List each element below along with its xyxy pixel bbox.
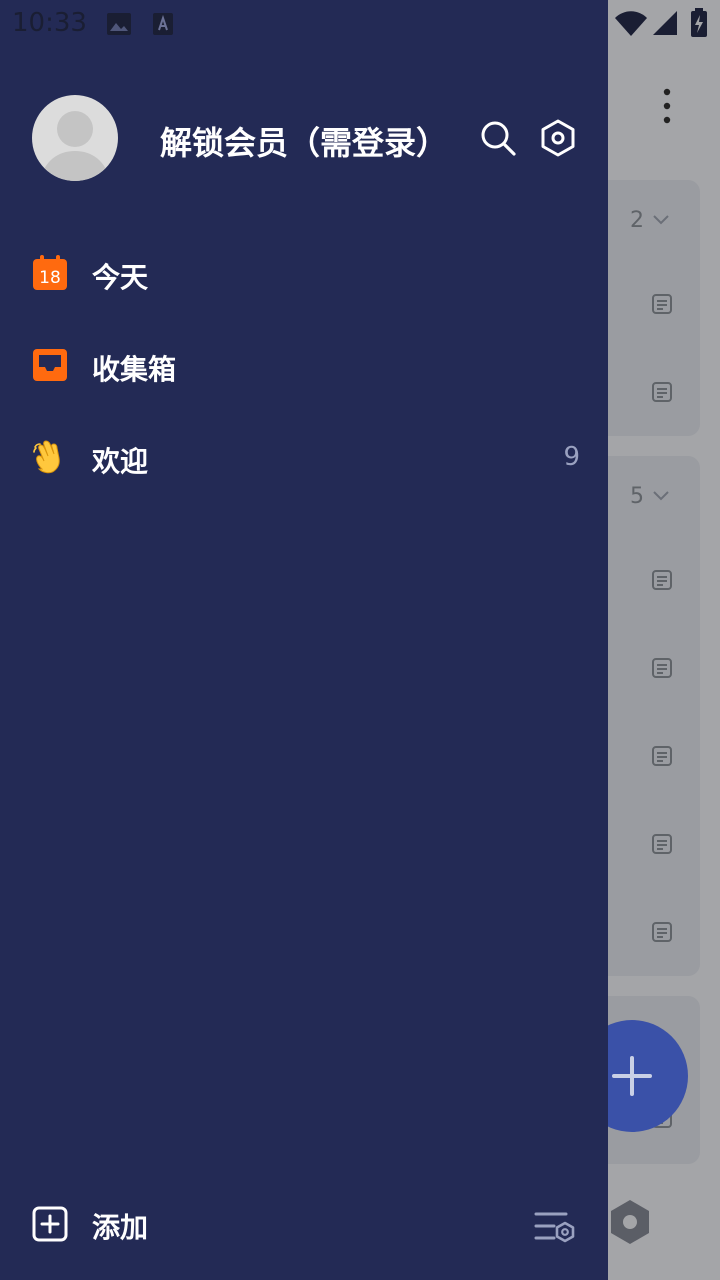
image-notification-icon <box>107 13 131 35</box>
unlock-membership-link[interactable]: 解锁会员（需登录） <box>160 118 448 164</box>
note-icon <box>652 658 672 678</box>
nav-label-inbox: 收集箱 <box>92 353 177 386</box>
group-count: 5 <box>630 484 644 509</box>
wifi-icon <box>615 11 647 36</box>
note-icon <box>652 922 672 942</box>
status-time: 10:33 <box>12 8 87 38</box>
search-icon[interactable] <box>478 118 518 158</box>
battery-icon <box>691 8 707 37</box>
inbox-icon <box>33 349 67 381</box>
user-placeholder-icon <box>40 111 110 181</box>
nav-item-inbox[interactable]: 收集箱 <box>0 330 608 400</box>
more-menu-icon[interactable] <box>660 86 674 126</box>
calendar-date: 18 <box>39 268 61 288</box>
navigation-drawer: 解锁会员（需登录） 18 今天 收集箱 欢迎 9 添加 <box>0 0 608 1280</box>
status-bar: 10:33 <box>0 0 720 50</box>
nav-item-welcome[interactable]: 欢迎 9 <box>0 422 608 492</box>
chevron-down-icon[interactable] <box>652 210 670 228</box>
note-icon <box>652 746 672 766</box>
settings-hex-icon[interactable] <box>606 1198 654 1246</box>
calendar-icon: 18 <box>33 255 67 290</box>
chevron-down-icon[interactable] <box>652 486 670 504</box>
note-icon <box>652 834 672 854</box>
avatar[interactable] <box>32 95 118 181</box>
waving-hand-icon <box>33 440 60 474</box>
note-icon <box>652 570 672 590</box>
add-square-icon <box>32 1206 68 1242</box>
manage-lists-icon[interactable] <box>532 1206 576 1246</box>
signal-icon <box>653 11 677 35</box>
nav-label-today: 今天 <box>92 261 149 294</box>
add-list-button[interactable]: 添加 <box>0 1190 300 1260</box>
nav-item-today[interactable]: 18 今天 <box>0 238 608 308</box>
nav-label-welcome: 欢迎 <box>92 445 149 478</box>
group-count: 2 <box>630 208 644 233</box>
settings-icon[interactable] <box>538 118 578 158</box>
keyboard-notification-icon <box>153 13 173 35</box>
add-label: 添加 <box>92 1211 149 1244</box>
nav-count-welcome: 9 <box>563 442 580 472</box>
note-icon <box>652 294 672 314</box>
plus-icon <box>612 1056 652 1096</box>
note-icon <box>652 382 672 402</box>
